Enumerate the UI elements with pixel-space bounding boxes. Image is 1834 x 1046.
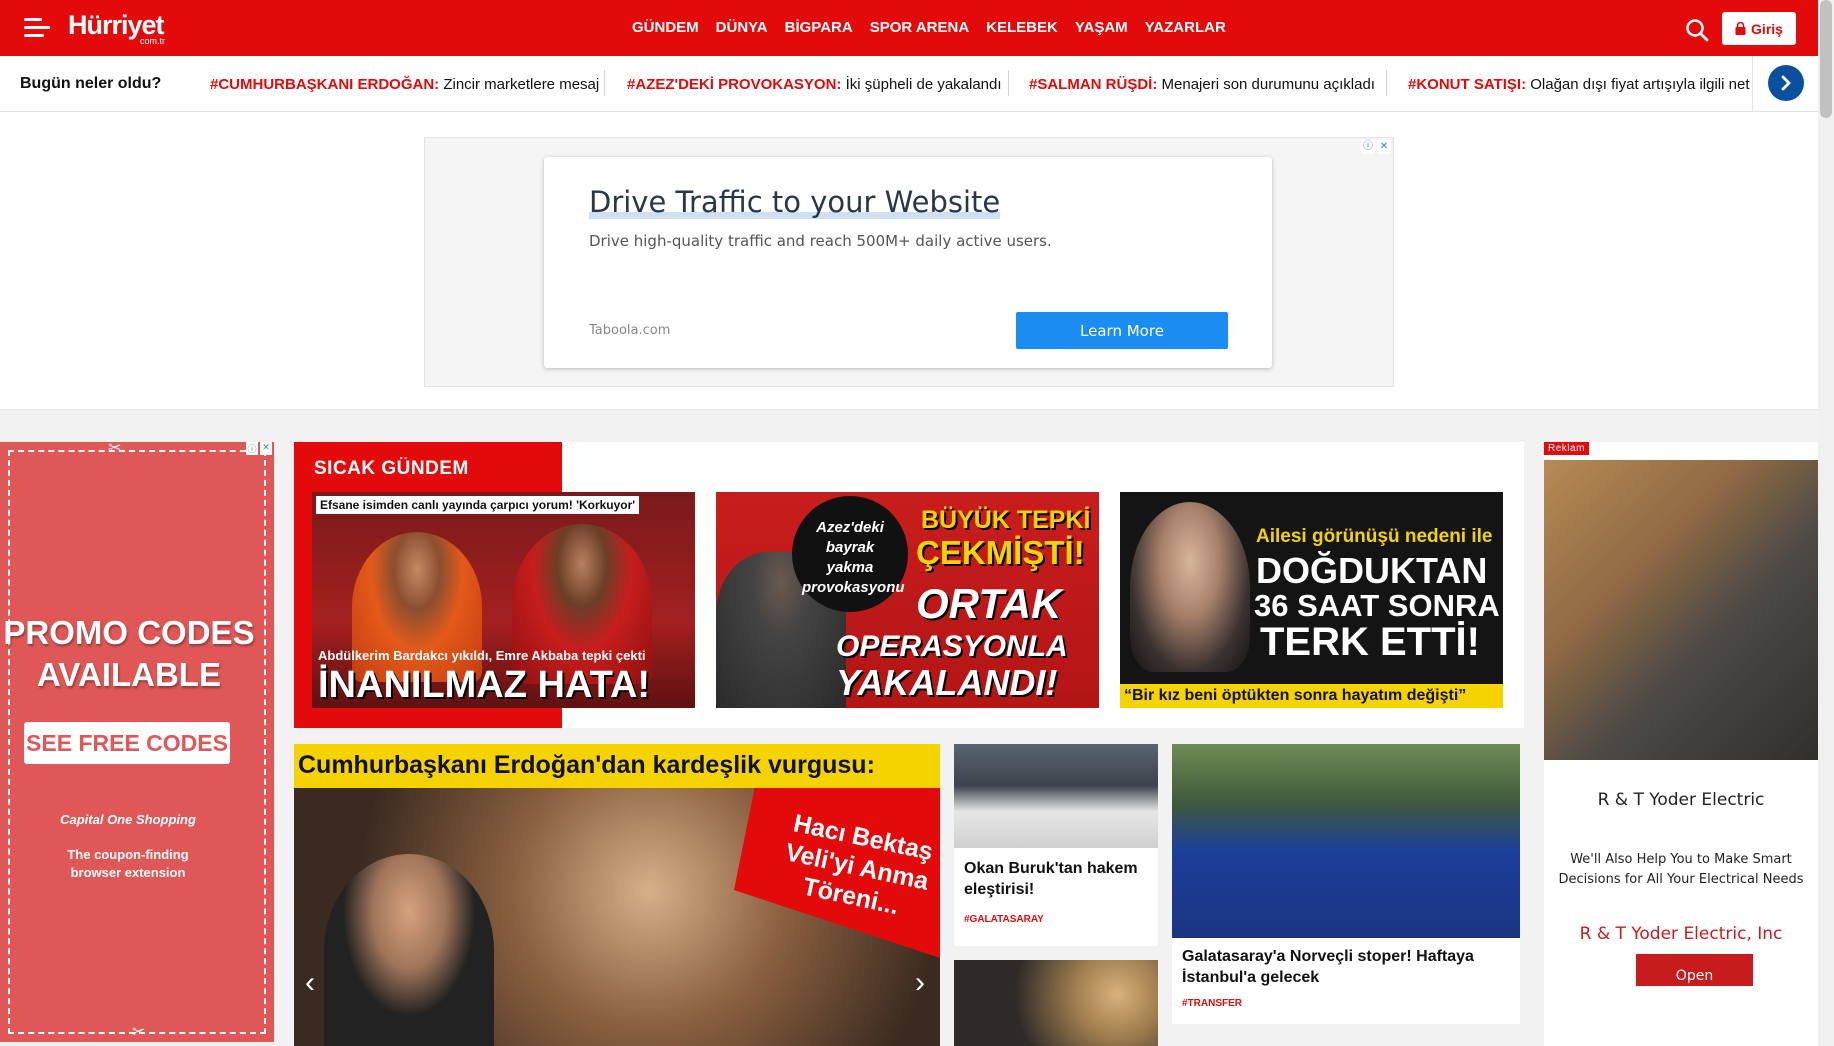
scissors-icon: ✂	[132, 1024, 146, 1041]
ticker-tag: #SALMAN RÜŞDİ:	[1029, 76, 1158, 93]
tile-headline-3: TERK ETTİ!	[1260, 620, 1480, 664]
right-ad-description: We'll Also Help You to Make Smart Decisi…	[1558, 852, 1804, 887]
tile-circle-caption: Azez'deki bayrak yakma provokasyonu	[792, 496, 908, 612]
ad-description: Drive high-quality traffic and reach 500…	[589, 232, 1052, 250]
ad-source: Taboola.com	[589, 323, 671, 338]
nav-item-gundem[interactable]: GÜNDEM	[632, 19, 699, 36]
promo-tagline-2: browser extension	[70, 865, 186, 880]
chevron-right-icon: ›	[915, 966, 925, 999]
chevron-right-icon	[1781, 75, 1791, 91]
nav-item-spor-arena[interactable]: SPOR ARENA	[870, 19, 969, 36]
tile-headline-3: ORTAK	[916, 580, 1062, 627]
tile-headline-1: BÜYÜK TEPKİ	[921, 506, 1091, 534]
speaker-photo	[324, 854, 494, 1046]
ticker-text: Zincir marketlere mesaj	[439, 76, 600, 93]
promo-headline-1: PROMO CODES	[3, 614, 255, 651]
ad-title[interactable]: Drive Traffic to your Website	[589, 185, 1001, 219]
menu-icon[interactable]	[24, 18, 50, 38]
hot-news-tile[interactable]: Azez'deki bayrak yakma provokasyonu BÜYÜ…	[716, 492, 1099, 708]
info-icon[interactable]: ⓘ	[1361, 140, 1375, 154]
ticker-item[interactable]: #KONUT SATIŞI: Olağan dışı fiyat artışıy…	[1408, 76, 1750, 93]
site-logo-domain: com.tr	[140, 36, 166, 46]
news-card-image	[1172, 744, 1520, 938]
ticker-divider	[1008, 70, 1009, 96]
capital-one-logo: Capital One Shopping	[60, 812, 196, 827]
nav-item-yazarlar[interactable]: YAZARLAR	[1145, 19, 1226, 36]
tile-caption: Ailesi görünüşü nedeni ile	[1256, 526, 1493, 547]
ad-card[interactable]: Drive Traffic to your Website Drive high…	[544, 157, 1272, 368]
ticker-item[interactable]: #CUMHURBAŞKANI ERDOĞAN: Zincir marketler…	[210, 76, 599, 93]
ticker-tag: #CUMHURBAŞKANI ERDOĞAN:	[210, 76, 440, 93]
ticker-tag: #AZEZ'DEKİ PROVOKASYON:	[627, 76, 842, 93]
section-title[interactable]: SICAK GÜNDEM	[314, 458, 469, 480]
tile-headline-2: ÇEKMİŞTİ!	[916, 534, 1085, 571]
news-card-image	[954, 960, 1158, 1046]
ad-label: Reklam	[1544, 442, 1589, 455]
news-ticker: Bugün neler oldu? #CUMHURBAŞKANI ERDOĞAN…	[0, 56, 1818, 112]
tile-headline-4: OPERASYONLA	[836, 630, 1068, 663]
right-ad-link[interactable]: R & T Yoder Electric, Inc	[1544, 924, 1818, 944]
man-photo	[1130, 502, 1250, 672]
promo-headline-2: AVAILABLE	[37, 656, 221, 693]
tile-caption: Efsane isimden canlı yayında çarpıcı yor…	[316, 496, 640, 514]
news-card-tag[interactable]: #TRANSFER	[1182, 998, 1242, 1009]
learn-more-button[interactable]: Learn More	[1016, 312, 1228, 349]
ticker-text: İki şüpheli de yakalandı	[841, 76, 1002, 93]
ad-choices[interactable]: ⓘ ✕	[1361, 140, 1391, 154]
info-icon[interactable]: ⓘ	[246, 442, 258, 455]
nav-item-yasam[interactable]: YAŞAM	[1075, 19, 1128, 36]
ticker-title: Bugün neler oldu?	[20, 75, 162, 92]
ticker-item[interactable]: #AZEZ'DEKİ PROVOKASYON: İki şüpheli de y…	[627, 76, 1002, 93]
right-ad-image[interactable]	[1544, 460, 1818, 760]
lock-icon	[1735, 22, 1746, 35]
slider-next-button[interactable]: ›	[908, 966, 932, 1000]
news-card-tag[interactable]: #GALATASARAY	[964, 914, 1044, 925]
scrollbar-thumb[interactable]	[1820, 0, 1832, 118]
nav-item-kelebek[interactable]: KELEBEK	[986, 19, 1058, 36]
news-card[interactable]: Galatasaray'a Norveçli stoper! Haftaya İ…	[1172, 744, 1520, 1024]
ticker-tag: #KONUT SATIŞI:	[1408, 76, 1527, 93]
see-free-codes-button[interactable]: SEE FREE CODES	[24, 722, 230, 764]
news-card[interactable]: Okan Buruk'tan hakem eleştirisi! #GALATA…	[954, 744, 1158, 946]
news-card-headline: Galatasaray'a Norveçli stoper! Haftaya İ…	[1182, 948, 1474, 986]
chevron-left-icon: ‹	[305, 966, 315, 999]
promo-headline: PROMO CODES AVAILABLE	[0, 612, 258, 696]
open-button[interactable]: Open	[1636, 954, 1753, 986]
slider-prev-button[interactable]: ‹	[298, 966, 322, 1000]
tile-headline: İNANILMAZ HATA!	[318, 664, 651, 706]
tile-quote: “Bir kız beni öptükten sonra hayatım değ…	[1120, 684, 1503, 708]
close-icon[interactable]: ✕	[260, 442, 272, 455]
tile-headline-1: DOĞDUKTAN	[1256, 550, 1488, 591]
promo-tagline-1: The coupon-finding	[67, 847, 189, 862]
slide-headline: Cumhurbaşkanı Erdoğan'dan kardeşlik vurg…	[294, 744, 940, 788]
nav-item-dunya[interactable]: DÜNYA	[716, 19, 768, 36]
login-button[interactable]: Giriş	[1722, 12, 1796, 45]
ticker-text: Menajeri son durumunu açıkladı	[1157, 76, 1375, 93]
headline-slider[interactable]: Hacı Bektaş Veli'yi Anma Töreni... Cumhu…	[294, 744, 940, 1046]
news-card[interactable]	[954, 960, 1158, 1046]
ticker-item[interactable]: #SALMAN RÜŞDİ: Menajeri son durumunu açı…	[1029, 76, 1375, 93]
news-card-headline: Okan Buruk'tan hakem eleştirisi!	[964, 860, 1138, 898]
news-card-image	[954, 744, 1158, 848]
ticker-divider	[604, 70, 605, 96]
search-icon[interactable]	[1684, 17, 1710, 43]
tile-headline-2: 36 SAAT SONRA	[1254, 588, 1500, 623]
promo-tagline: The coupon-finding browser extension	[0, 846, 256, 882]
scissors-icon: ✂	[108, 440, 122, 457]
login-label: Giriş	[1751, 20, 1783, 37]
hot-news-tile[interactable]: Efsane isimden canlı yayında çarpıcı yor…	[312, 492, 695, 708]
tile-headline-5: YAKALANDI!	[836, 662, 1058, 703]
ticker-text: Olağan dışı fiyat artışıyla ilgili net	[1526, 76, 1750, 93]
ticker-divider	[1386, 70, 1387, 96]
ad-choices[interactable]: ⓘ ✕	[246, 442, 272, 455]
close-icon[interactable]: ✕	[1377, 140, 1391, 154]
ticker-next-button[interactable]	[1768, 65, 1804, 101]
right-ad-name[interactable]: R & T Yoder Electric	[1544, 790, 1818, 810]
main-nav: GÜNDEM DÜNYA BİGPARA SPOR ARENA KELEBEK …	[632, 19, 1243, 36]
tile-subcaption: Abdülkerim Bardakcı yıkıldı, Emre Akbaba…	[318, 648, 646, 663]
scrollbar[interactable]	[1818, 0, 1834, 1046]
nav-item-bigpara[interactable]: BİGPARA	[785, 19, 853, 36]
left-promo-ad[interactable]: ✂ ✂ PROMO CODES AVAILABLE SEE FREE CODES …	[0, 440, 274, 1042]
hot-news-tile[interactable]: Ailesi görünüşü nedeni ile DOĞDUKTAN 36 …	[1120, 492, 1503, 708]
